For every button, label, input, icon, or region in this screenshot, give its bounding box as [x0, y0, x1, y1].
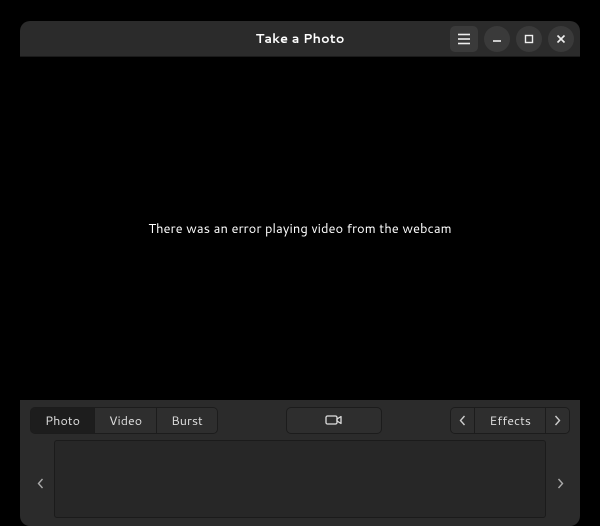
effects-prev-button[interactable] — [451, 408, 475, 433]
mode-burst-button[interactable]: Burst — [157, 408, 217, 433]
thumbnail-strip[interactable] — [54, 440, 546, 518]
window-title: Take a Photo — [150, 30, 450, 48]
close-icon — [556, 34, 566, 44]
close-button[interactable] — [548, 26, 574, 52]
mode-photo-button[interactable]: Photo — [31, 408, 95, 433]
minimize-button[interactable] — [484, 26, 510, 52]
header-controls — [450, 26, 574, 52]
effects-group: Effects — [450, 407, 570, 434]
effects-label-text: Effects — [489, 412, 531, 430]
mode-label: Video — [109, 412, 142, 430]
mode-switch: Photo Video Burst — [30, 407, 218, 434]
chevron-right-icon — [557, 472, 564, 495]
thumbnail-next-button[interactable] — [550, 440, 570, 526]
effects-button[interactable]: Effects — [475, 408, 545, 433]
thumbnail-row — [20, 440, 580, 526]
camera-icon — [325, 409, 343, 432]
thumbnail-prev-button[interactable] — [30, 440, 50, 526]
capture-button[interactable] — [286, 407, 382, 434]
toolbar-row: Photo Video Burst Effects — [20, 400, 580, 440]
chevron-left-icon — [459, 409, 466, 432]
app-window: Take a Photo — [20, 21, 580, 526]
header-bar: Take a Photo — [20, 21, 580, 57]
mode-label: Photo — [45, 412, 80, 430]
chevron-right-icon — [554, 409, 561, 432]
bottom-bar: Photo Video Burst Effects — [20, 400, 580, 526]
mode-label: Burst — [171, 412, 203, 430]
preview-area: There was an error playing video from th… — [20, 57, 580, 400]
chevron-left-icon — [37, 472, 44, 495]
error-message: There was an error playing video from th… — [148, 220, 451, 238]
minimize-icon — [492, 34, 502, 44]
mode-video-button[interactable]: Video — [95, 408, 157, 433]
hamburger-icon — [457, 33, 471, 45]
maximize-icon — [524, 34, 534, 44]
maximize-button[interactable] — [516, 26, 542, 52]
menu-button[interactable] — [450, 26, 478, 52]
effects-next-button[interactable] — [545, 408, 569, 433]
